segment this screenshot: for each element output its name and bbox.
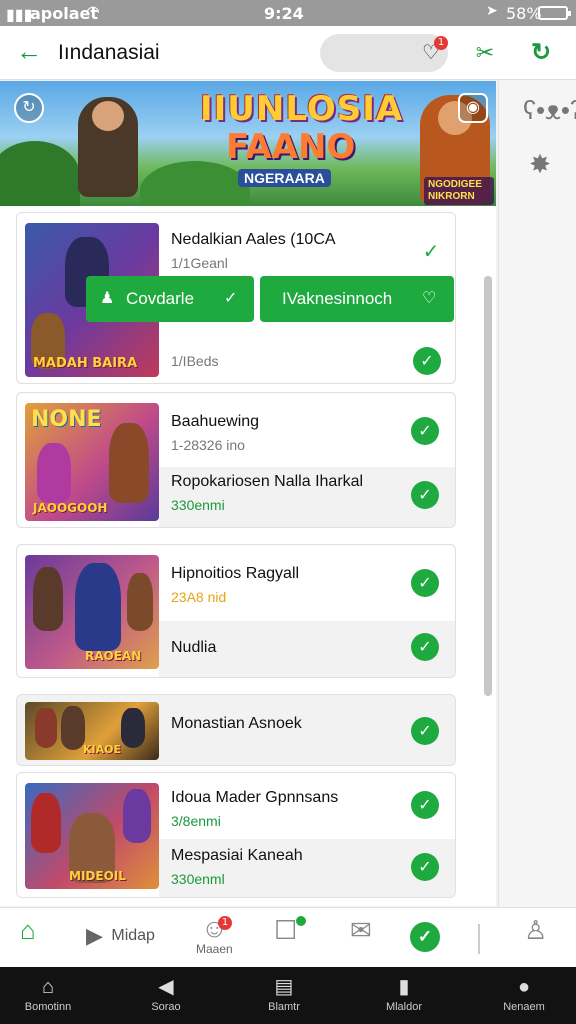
item-title: Baahuewing — [171, 413, 260, 430]
check-circle-icon[interactable]: ✓ — [411, 417, 439, 445]
game-thumbnail: MIDEOIL — [25, 783, 159, 889]
scrollbar[interactable] — [484, 276, 492, 696]
item-title: Monastian Asnoek — [171, 715, 302, 732]
signal-icon: ▮▮▮ — [6, 5, 33, 24]
item-title: Nedalkian Aales (10CA — [171, 231, 336, 248]
sub-item-title: Mespasiai Kaneah — [171, 847, 303, 864]
sysnav-person[interactable]: ● Nenaem — [484, 975, 564, 1013]
banner-foliage — [0, 141, 80, 206]
bottom-tab-bar: ⌂ ▶ Midap ☺ Maaen 1 ☐ ✉ ✓ ♙ — [0, 907, 576, 967]
play-icon: ▶ — [86, 923, 103, 948]
tab-heart[interactable]: ☐ — [274, 916, 297, 944]
check-circle-icon[interactable]: ✓ — [411, 791, 439, 819]
side-rail: ʕ•ᴥ•ʔ ✸ — [498, 81, 576, 907]
sysnav-home[interactable]: ⌂ Bomotinn — [8, 975, 88, 1013]
banner-foliage — [140, 161, 250, 206]
sub-item-title: Ropokariosen Nalla Iharkal — [171, 473, 364, 490]
mail-icon: ✉ — [350, 915, 372, 945]
item-footer: 1/IBeds — [171, 353, 219, 369]
item-subtitle: 1-28326 ino — [171, 437, 245, 453]
cast-icon: ◀ — [158, 976, 174, 998]
tab-home[interactable]: ⌂ — [20, 916, 36, 944]
check-circle-icon[interactable]: ✓ — [411, 717, 439, 745]
refresh-icon[interactable]: ↻ — [526, 38, 556, 68]
sub-item[interactable]: Ropokariosen Nalla Iharkal 330enmi ✓ — [159, 467, 455, 527]
star-badge-icon[interactable]: ✸ — [523, 147, 557, 181]
clock: 9:24 — [264, 4, 304, 23]
item-subtitle: 1/1Geanl — [171, 255, 228, 271]
status-bar: ▮▮▮ apolaet ◠ 9:24 ➤ 58% — [0, 0, 576, 26]
item-title: Hipnoitios Ragyall — [171, 565, 300, 582]
bookmark-icon: ▮ — [398, 976, 410, 998]
sub-item[interactable]: Mespasiai Kaneah 330enml ✓ — [159, 839, 455, 897]
person-icon: ● — [517, 976, 531, 998]
heart-tab-dot — [296, 916, 306, 926]
sysnav-cast[interactable]: ◀ Sorao — [126, 975, 206, 1013]
banner-subtitle: NGERAARA — [238, 169, 331, 187]
promo-banner[interactable]: IIUNLOSIA FAANO NGERAARA NGODIGEE NIKROR… — [0, 81, 496, 206]
check-circle-icon[interactable]: ✓ — [410, 922, 440, 952]
banner-prev-icon[interactable]: ↻ — [14, 93, 44, 123]
game-thumbnail: NONE JAOOGOOH — [25, 403, 159, 521]
system-nav-bar: ⌂ Bomotinn ◀ Sorao ▤ Blamtr ▮ Mlaldor ● … — [0, 967, 576, 1024]
battery-percent: 58% — [506, 4, 542, 23]
check-icon[interactable]: ✓ — [417, 237, 445, 265]
banner-title-line2: FAANO — [226, 127, 356, 167]
list-item[interactable]: MIDEOIL Idoua Mader Gpnnsans 3/8enmi ✓ M… — [16, 772, 456, 898]
check-circle-icon[interactable]: ✓ — [413, 347, 441, 375]
person-icon: ♟ — [100, 290, 115, 307]
check-circle-icon[interactable]: ✓ — [411, 481, 439, 509]
tab-play[interactable]: ▶ Midap — [86, 922, 155, 950]
bear-face-icon[interactable]: ʕ•ᴥ•ʔ — [523, 93, 576, 127]
home-icon: ⌂ — [41, 976, 55, 998]
battery-icon — [538, 6, 571, 20]
page-title: Iındanasiai — [58, 41, 160, 64]
tools-icon[interactable]: ✂ — [470, 38, 500, 68]
user-icon: ♙ — [524, 915, 548, 945]
check-icon: ✓ — [224, 290, 238, 307]
sysnav-bookmark[interactable]: ▮ Mlaldor — [364, 975, 444, 1013]
list-item[interactable]: NONE JAOOGOOH Baahuewing 1-28326 ino ✓ R… — [16, 392, 456, 528]
messages-badge: 1 — [218, 916, 232, 930]
home-icon: ⌂ — [20, 915, 36, 945]
wifi-icon: ◠ — [86, 2, 100, 21]
heart-box-icon: ☐ — [274, 915, 298, 945]
heart-icon: ♡ — [422, 290, 437, 307]
game-thumbnail: KIAOE — [25, 702, 159, 760]
document-icon: ▤ — [274, 976, 294, 998]
game-list: MADAH BAIRA Nedalkian Aales (10CA 1/1Gea… — [0, 206, 496, 906]
banner-corner-label: NGODIGEE NIKRORN — [424, 177, 494, 205]
item-title: Idoua Mader Gpnnsans — [171, 789, 339, 806]
game-thumbnail: RAOEAN — [25, 555, 159, 669]
location-icon: ➤ — [486, 3, 498, 19]
sub-item-price: 330enml — [171, 871, 225, 887]
sub-item-price: 330enmi — [171, 497, 225, 513]
divider — [478, 924, 480, 954]
tab-profile[interactable]: ♙ — [524, 916, 547, 944]
banner-character-knight — [78, 97, 138, 197]
app-header: ← Iındanasiai ♡ 1 ✂ ↻ — [0, 26, 576, 80]
back-arrow-icon[interactable]: ← — [14, 36, 44, 66]
sub-item[interactable]: Nudlia ✓ — [159, 621, 455, 677]
tab-mail[interactable]: ✉ — [350, 916, 372, 944]
sysnav-document[interactable]: ▤ Blamtr — [244, 975, 324, 1013]
list-item[interactable]: RAOEAN Hipnoitios Ragyall 23A8 nid ✓ Nud… — [16, 544, 456, 678]
item-subtitle: 3/8enmi — [171, 813, 221, 829]
sub-item-title: Nudlia — [171, 639, 217, 656]
notification-badge: 1 — [434, 36, 448, 50]
wishlist-button[interactable]: IVaknesinnoch ♡ — [260, 276, 454, 322]
check-circle-icon[interactable]: ✓ — [411, 633, 439, 661]
download-button[interactable]: ♟ Covdarle ✓ — [86, 276, 254, 322]
banner-title-line1: IIUNLOSIA — [200, 89, 404, 129]
check-circle-icon[interactable]: ✓ — [411, 853, 439, 881]
check-circle-icon[interactable]: ✓ — [411, 569, 439, 597]
item-subtitle: 23A8 nid — [171, 589, 227, 605]
list-item[interactable]: KIAOE Monastian Asnoek ✓ — [16, 694, 456, 766]
banner-camera-icon[interactable]: ◉ — [458, 93, 488, 123]
